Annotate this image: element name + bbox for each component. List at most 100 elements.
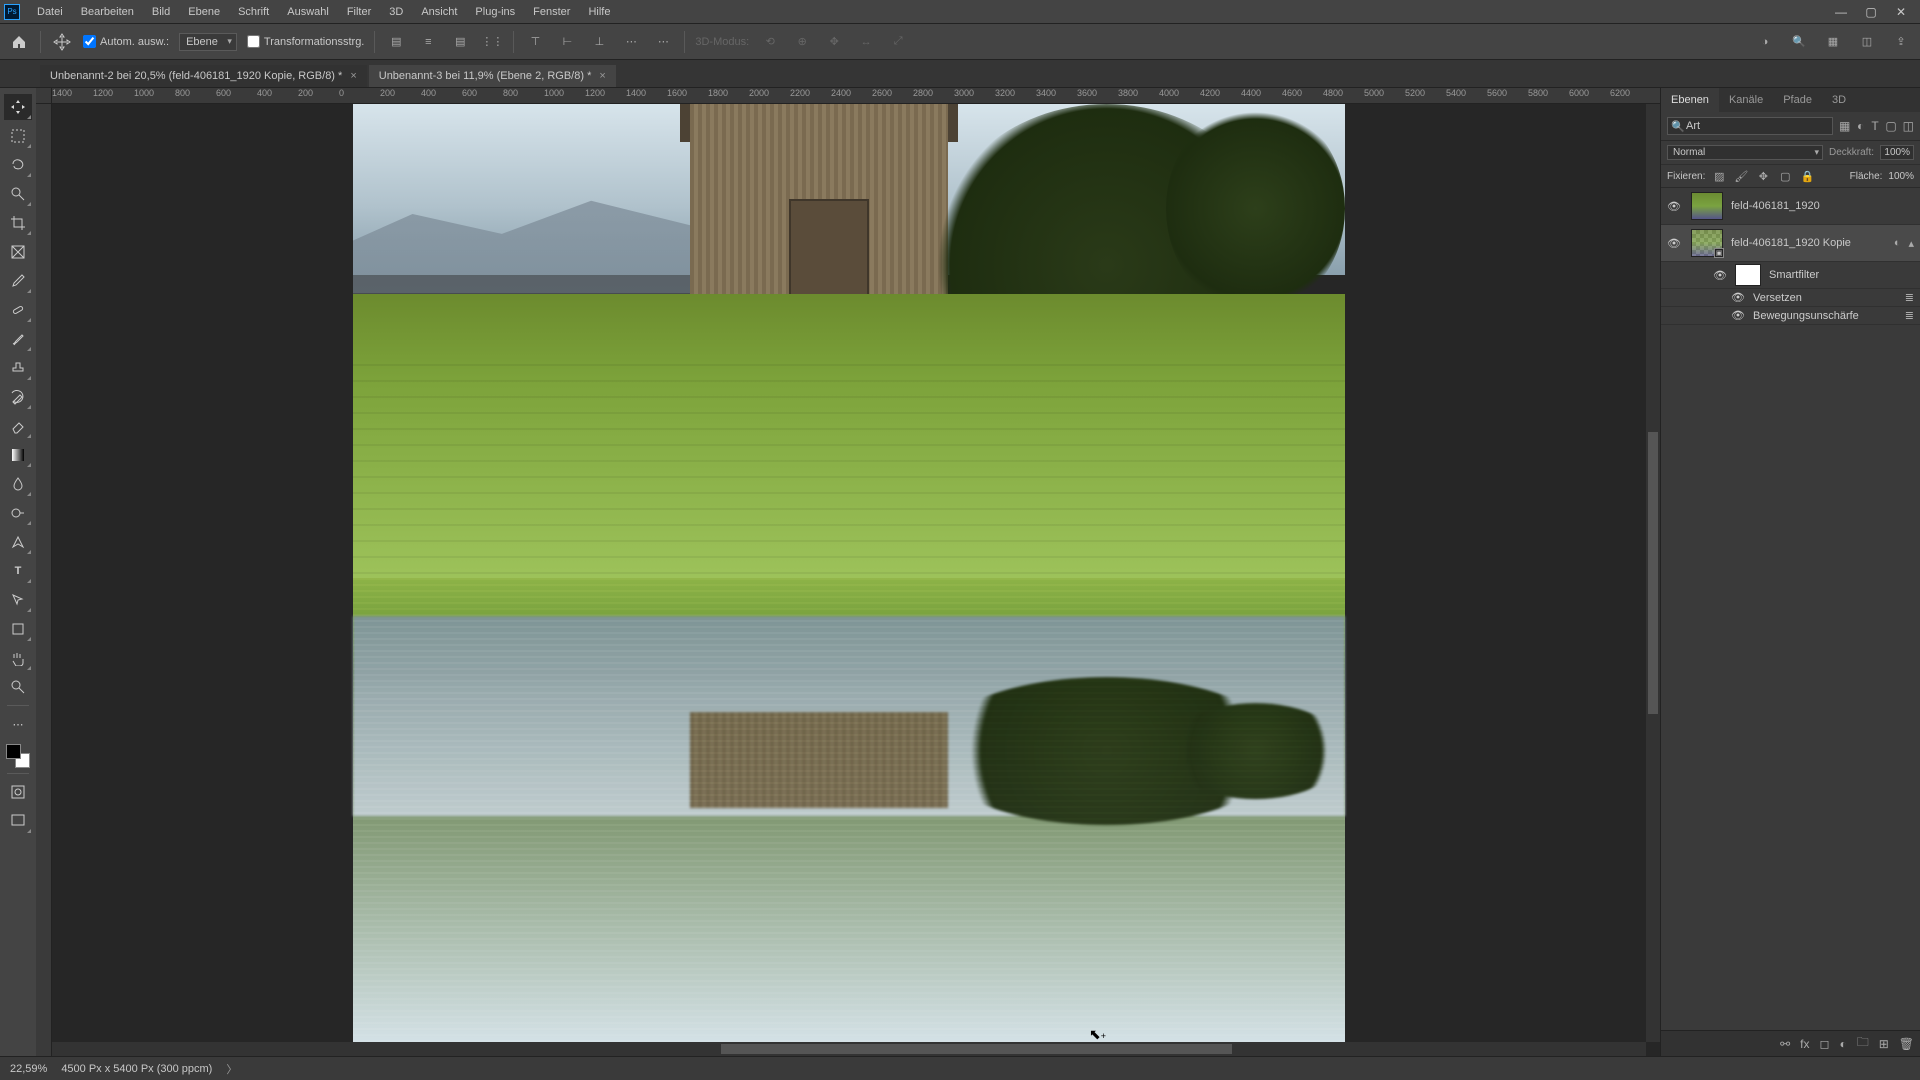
distribute-v-icon[interactable]: ⋯ [620, 32, 642, 52]
tab-paths[interactable]: Pfade [1773, 88, 1822, 112]
fill-value[interactable]: 100% [1888, 171, 1914, 182]
screen-mode-icon[interactable] [4, 808, 32, 834]
arrange-icon[interactable]: ◫ [1856, 32, 1878, 52]
edit-toolbar-icon[interactable]: ⋯ [4, 711, 32, 737]
pen-tool[interactable] [4, 529, 32, 555]
ruler-horizontal[interactable]: 1400120010008006004002000200400600800100… [52, 88, 1660, 104]
filter-effects-toggle-icon[interactable]: ◐ [1894, 237, 1901, 249]
tab-layers[interactable]: Ebenen [1661, 88, 1719, 112]
ruler-vertical[interactable] [36, 104, 52, 1056]
expand-effects-icon[interactable]: ▴ [1908, 237, 1914, 250]
home-button[interactable] [8, 31, 30, 53]
layer-visibility-1[interactable]: 👁 [1667, 237, 1683, 250]
align-left-icon[interactable]: ▤ [385, 32, 407, 52]
quick-select-tool[interactable] [4, 181, 32, 207]
smart-filters-visibility[interactable]: 👁 [1713, 269, 1727, 282]
blur-tool[interactable] [4, 471, 32, 497]
status-info-flyout-icon[interactable]: 〉 [226, 1061, 237, 1077]
transform-controls-checkbox[interactable]: Transformationsstrg. [247, 35, 364, 48]
window-close[interactable]: ✕ [1886, 2, 1916, 22]
close-tab-1-icon[interactable]: × [350, 70, 356, 82]
menu-window[interactable]: Fenster [524, 2, 579, 22]
menu-view[interactable]: Ansicht [412, 2, 466, 22]
layer-thumb-0[interactable] [1691, 192, 1723, 220]
eraser-tool[interactable] [4, 413, 32, 439]
filter-shape-icon[interactable]: ▢ [1885, 117, 1896, 135]
adjustment-layer-icon[interactable]: ◐ [1839, 1037, 1846, 1051]
menu-layer[interactable]: Ebene [179, 2, 229, 22]
filter-visibility-1[interactable]: 👁 [1731, 309, 1745, 322]
crop-tool[interactable] [4, 210, 32, 236]
filter-row-0[interactable]: 👁 Versetzen ≣ [1661, 289, 1920, 307]
layer-group-icon[interactable]: 🗀 [1857, 1033, 1869, 1054]
marquee-tool[interactable] [4, 123, 32, 149]
new-layer-icon[interactable]: ⊞ [1879, 1037, 1889, 1051]
lock-transparency-icon[interactable]: ▨ [1711, 168, 1727, 184]
lock-pixels-icon[interactable]: 🖌 [1733, 168, 1749, 184]
tab-channels[interactable]: Kanäle [1719, 88, 1773, 112]
auto-select-input[interactable] [83, 35, 96, 48]
delete-layer-icon[interactable]: 🗑 [1899, 1037, 1914, 1051]
layer-thumb-1[interactable]: ▣ [1691, 229, 1723, 257]
filter-blend-1-icon[interactable]: ≣ [1905, 309, 1914, 322]
document-tab-1[interactable]: Unbenannt-2 bei 20,5% (feld-406181_1920 … [40, 65, 367, 87]
distribute-h-icon[interactable]: ⋮⋮ [481, 32, 503, 52]
link-layers-icon[interactable]: ⚯ [1780, 1037, 1790, 1051]
status-zoom[interactable]: 22,59% [10, 1063, 47, 1075]
align-center-h-icon[interactable]: ≡ [417, 32, 439, 52]
menu-edit[interactable]: Bearbeiten [72, 2, 143, 22]
blend-mode-dropdown[interactable]: Normal [1667, 145, 1823, 160]
scrollbar-h-thumb[interactable] [721, 1044, 1231, 1054]
close-tab-2-icon[interactable]: × [599, 70, 605, 82]
lasso-tool[interactable] [4, 152, 32, 178]
layer-fx-icon[interactable]: fx [1800, 1037, 1809, 1051]
frame-tool[interactable] [4, 239, 32, 265]
window-minimize[interactable]: — [1826, 2, 1856, 22]
filter-visibility-0[interactable]: 👁 [1731, 291, 1745, 304]
lock-position-icon[interactable]: ✥ [1755, 168, 1771, 184]
auto-select-checkbox[interactable]: Autom. ausw.: [83, 35, 169, 48]
filter-row-1[interactable]: 👁 Bewegungsunschärfe ≣ [1661, 307, 1920, 325]
shape-tool[interactable] [4, 616, 32, 642]
menu-plugins[interactable]: Plug-ins [466, 2, 524, 22]
heal-tool[interactable] [4, 297, 32, 323]
menu-filter[interactable]: Filter [338, 2, 380, 22]
layer-visibility-0[interactable]: 👁 [1667, 200, 1683, 213]
menu-type[interactable]: Schrift [229, 2, 278, 22]
layer-name-1[interactable]: feld-406181_1920 Kopie [1731, 237, 1886, 249]
eyedropper-tool[interactable] [4, 268, 32, 294]
filter-pixel-icon[interactable]: ▦ [1839, 117, 1850, 135]
menu-image[interactable]: Bild [143, 2, 179, 22]
filter-adjust-icon[interactable]: ◐ [1856, 117, 1864, 135]
layer-mask-icon[interactable]: ◻ [1819, 1037, 1829, 1051]
smart-filters-header[interactable]: 👁 Smartfilter [1661, 262, 1920, 289]
menu-3d[interactable]: 3D [380, 2, 412, 22]
share-icon[interactable]: ⇪ [1890, 32, 1912, 52]
color-swatches[interactable] [6, 744, 30, 768]
move-tool[interactable] [4, 94, 32, 120]
lock-artboard-icon[interactable]: ▢ [1777, 168, 1793, 184]
document-canvas[interactable]: ⬉+ [353, 104, 1345, 1042]
workspace-icon[interactable]: ▦ [1822, 32, 1844, 52]
zoom-tool[interactable] [4, 674, 32, 700]
scrollbar-v-thumb[interactable] [1648, 432, 1658, 713]
brush-tool[interactable] [4, 326, 32, 352]
history-brush-tool[interactable] [4, 384, 32, 410]
ruler-origin[interactable] [36, 88, 52, 104]
smart-filter-mask-thumb[interactable] [1735, 264, 1761, 286]
scrollbar-vertical[interactable] [1646, 104, 1660, 1042]
hand-tool[interactable] [4, 645, 32, 671]
gradient-tool[interactable] [4, 442, 32, 468]
path-select-tool[interactable] [4, 587, 32, 613]
dodge-tool[interactable] [4, 500, 32, 526]
menu-file[interactable]: Datei [28, 2, 72, 22]
opacity-value[interactable]: 100% [1880, 145, 1914, 160]
more-align-icon[interactable]: ⋯ [652, 32, 674, 52]
menu-help[interactable]: Hilfe [579, 2, 619, 22]
quick-mask-icon[interactable] [4, 779, 32, 805]
status-doc-info[interactable]: 4500 Px x 5400 Px (300 ppcm) [61, 1063, 212, 1075]
search-icon[interactable]: 🔍 [1788, 32, 1810, 52]
tab-3d[interactable]: 3D [1822, 88, 1856, 112]
scrollbar-horizontal[interactable] [52, 1042, 1646, 1056]
auto-select-target-dropdown[interactable]: Ebene [179, 33, 237, 51]
